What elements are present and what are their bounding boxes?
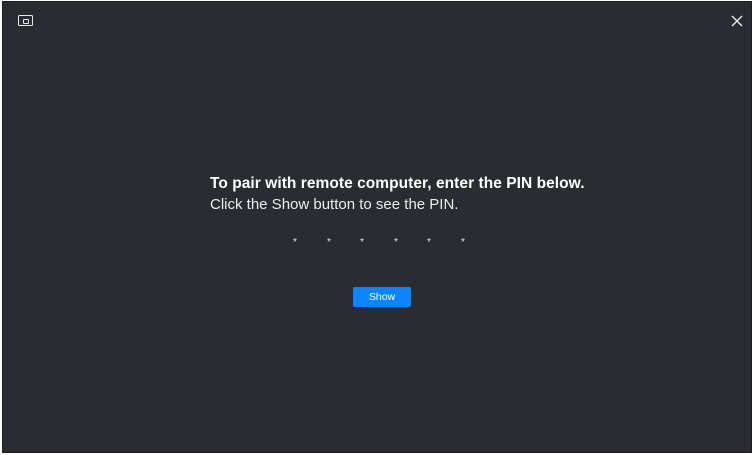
pin-digit-5: * <box>427 237 431 248</box>
pin-digit-4: * <box>394 237 398 248</box>
close-button[interactable] <box>727 11 747 31</box>
pin-digit-1: * <box>293 237 297 248</box>
pin-digit-2: * <box>327 237 331 248</box>
pairing-window: To pair with remote computer, enter the … <box>2 1 752 453</box>
display-icon <box>18 15 33 26</box>
pin-digit-3: * <box>360 237 364 248</box>
pairing-instruction: Click the Show button to see the PIN. <box>210 196 459 213</box>
pin-digit-6: * <box>461 237 465 248</box>
pin-display: * * * * * * <box>293 238 473 250</box>
close-icon <box>731 15 743 27</box>
pairing-message: To pair with remote computer, enter the … <box>210 174 650 215</box>
pairing-headline: To pair with remote computer, enter the … <box>210 175 585 192</box>
show-pin-button[interactable]: Show <box>353 287 411 307</box>
